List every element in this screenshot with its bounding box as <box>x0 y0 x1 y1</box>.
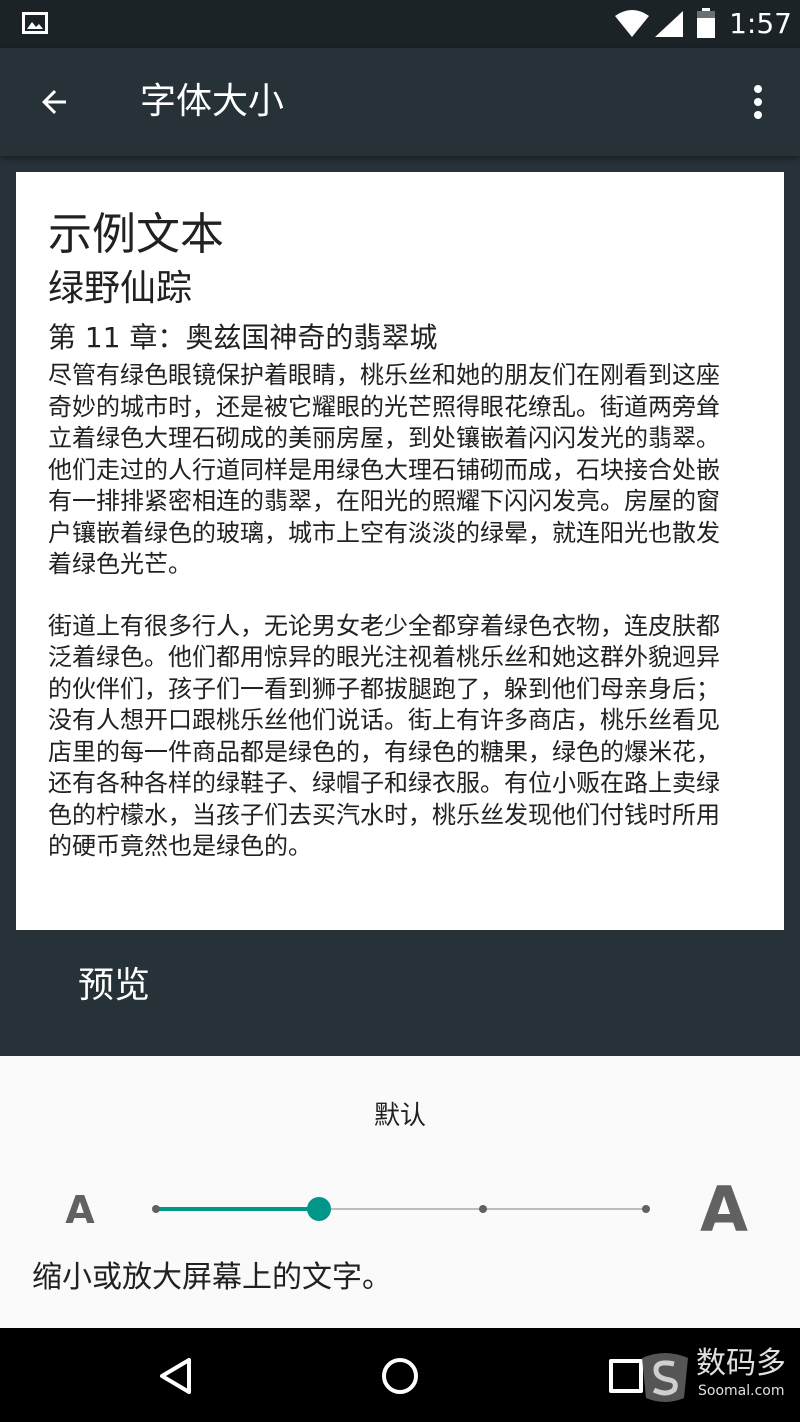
gallery-icon <box>22 12 48 34</box>
nav-back-button[interactable] <box>146 1346 206 1406</box>
back-button[interactable] <box>24 72 84 132</box>
battery-icon <box>697 8 715 38</box>
watermark-domain: Soomal.com <box>698 1383 785 1399</box>
nav-home-button[interactable] <box>370 1346 430 1406</box>
font-size-level-label: 默认 <box>373 1101 426 1131</box>
app-bar: 字体大小 <box>0 48 800 156</box>
font-size-slider[interactable] <box>146 1186 656 1232</box>
more-vert-icon <box>754 85 762 119</box>
book-title: 绿野仙踪 <box>48 268 193 309</box>
watermark: 数码多 Soomal.com <box>640 1344 790 1410</box>
status-bar: 1:57 <box>0 0 800 48</box>
slider-tick[interactable] <box>152 1205 160 1213</box>
slider-tick[interactable] <box>478 1205 487 1213</box>
navigation-bar: 数码多 Soomal.com <box>0 1328 800 1422</box>
page-title: 字体大小 <box>140 81 285 122</box>
more-options-button[interactable] <box>730 72 786 132</box>
slider-tick[interactable] <box>642 1205 650 1213</box>
clock: 1:57 <box>729 7 792 40</box>
sample-paragraph: 尽管有绿色眼镜保护着眼睛，桃乐丝和她的朋友们在刚看到这座奇妙的城市时，还是被它耀… <box>48 361 720 578</box>
slider-track-fill <box>156 1207 320 1211</box>
watermark-logo-icon <box>642 1353 688 1402</box>
watermark-name: 数码多 <box>696 1346 786 1381</box>
sample-text-heading: 示例文本 <box>48 209 224 260</box>
font-size-description: 缩小或放大屏幕上的文字。 <box>32 1260 392 1295</box>
back-triangle-icon <box>160 1358 191 1394</box>
home-circle-icon <box>382 1358 418 1394</box>
signal-icon <box>655 11 683 37</box>
preview-card: 示例文本 绿野仙踪 第 11 章：奥兹国神奇的翡翠城 尽管有绿色眼镜保护着眼睛，… <box>16 172 784 930</box>
wifi-icon <box>615 10 649 37</box>
sample-paragraph: 街道上有很多行人，无论男女老少全都穿着绿色衣物，连皮肤都泛着绿色。他们都用惊异的… <box>48 611 720 861</box>
large-text-icon: A <box>700 1173 748 1246</box>
recents-square-icon <box>609 1359 643 1393</box>
slider-thumb[interactable] <box>307 1197 332 1221</box>
chapter-title: 第 11 章：奥兹国神奇的翡翠城 <box>48 321 438 354</box>
arrow-back-icon <box>42 90 66 114</box>
preview-content: 示例文本 绿野仙踪 第 11 章：奥兹国神奇的翡翠城 尽管有绿色眼镜保护着眼睛，… <box>48 206 738 863</box>
font-size-control-panel: 默认 A A 缩小或放大屏幕上的文字。 <box>0 1056 800 1328</box>
preview-label: 预览 <box>78 965 151 1006</box>
small-text-icon: A <box>65 1188 95 1232</box>
